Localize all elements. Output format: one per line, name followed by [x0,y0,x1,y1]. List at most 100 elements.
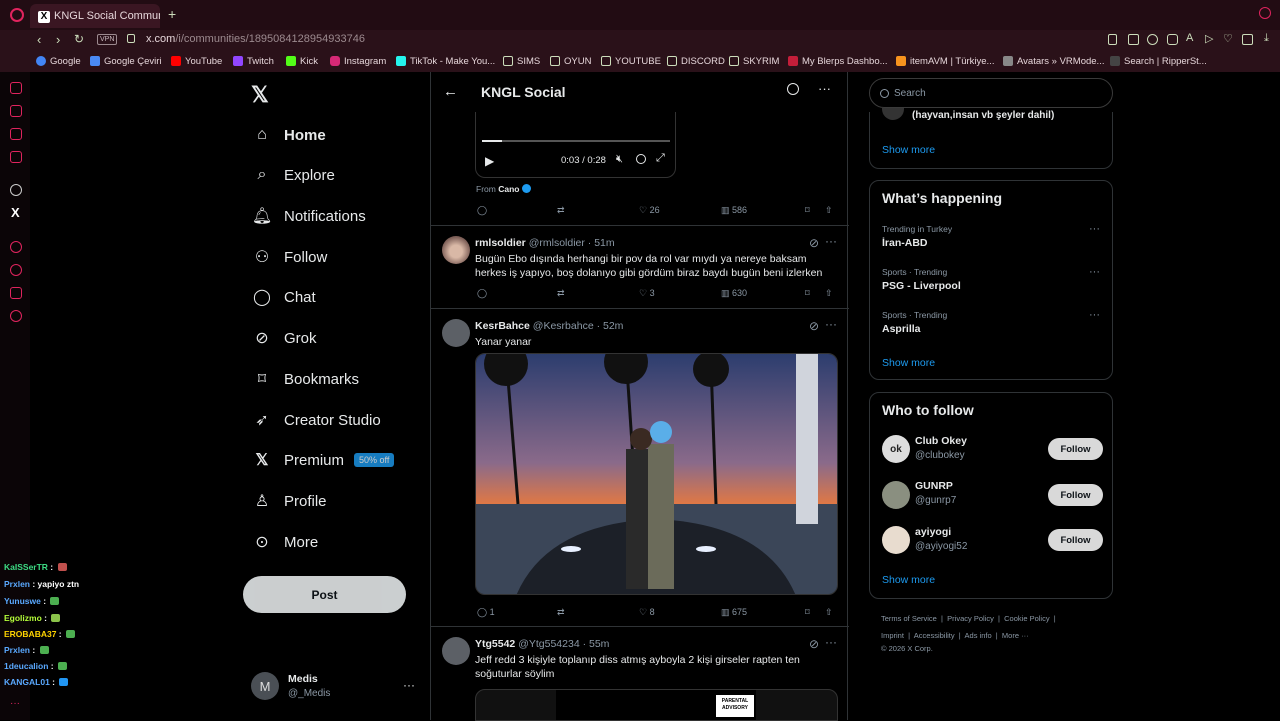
reply-button[interactable]: ◯ 1 [477,607,495,618]
more-horizontal-icon[interactable]: ··· [1089,266,1100,278]
bookmark[interactable]: Search | RipperSt... [1110,56,1207,67]
progress-track[interactable] [482,140,670,142]
x-sidebar-icon[interactable]: X [11,205,20,220]
more-horizontal-icon[interactable]: ··· [825,317,837,331]
search-input[interactable]: Search [869,78,1113,108]
follow-button[interactable]: Follow [1048,529,1103,551]
nav-notifications[interactable]: 🔔︎ Notifications [252,201,366,231]
avatar[interactable] [442,319,470,347]
nav-grok[interactable]: ⊘ Grok [252,323,316,353]
workspaces-icon[interactable] [10,105,22,117]
more-sidebar-icon[interactable]: ··· [10,698,20,709]
search-icon[interactable] [787,83,799,95]
share-icon[interactable]: ⇧ [825,205,833,216]
url-field[interactable]: x.com/i/communities/1895084128954933746 [146,33,365,45]
avatar[interactable] [442,637,470,665]
views-button[interactable]: ▥ 630 [721,288,747,299]
footer-link[interactable]: More ··· [1002,631,1029,640]
account-switcher[interactable]: M Medis @_Medis ··· [251,672,426,704]
bookmark-folder[interactable]: SKYRIM [729,56,779,67]
avatar[interactable] [442,236,470,264]
more-horizontal-icon[interactable]: ··· [1089,309,1100,321]
opera-logo-icon[interactable] [10,8,24,22]
nav-profile[interactable]: ♙ Profile [252,486,327,516]
tweet-media[interactable]: PARENTAL ADVISORY [475,689,838,721]
reply-icon[interactable]: ◯ [477,205,487,216]
extension-icon[interactable] [1147,34,1158,45]
bookmark-icon[interactable]: ⌑ [805,205,810,216]
bookmark[interactable]: Instagram [330,56,386,67]
grok-icon[interactable]: ⊘ [809,637,819,651]
nav-more[interactable]: ⊙ More [252,527,318,557]
tweet-author[interactable]: KesrBahce @Kesrbahce · 52m [475,320,623,332]
tweet[interactable]: Ytg5542 @Ytg554234 · 55m ⊘ ··· Jeff redd… [431,626,849,721]
follow-button[interactable]: Follow [1048,484,1103,506]
bookmark[interactable]: My Blerps Dashbo... [788,56,888,67]
chatgpt-icon[interactable] [10,184,22,196]
share-icon[interactable]: ⇧ [825,288,833,299]
tweet-author[interactable]: Ytg5542 @Ytg554234 · 55m [475,638,609,650]
back-arrow-icon[interactable]: ← [443,83,458,100]
show-more-link[interactable]: Show more [882,144,935,156]
mail-icon[interactable] [10,151,22,163]
retweet-icon[interactable]: ⇄ [557,288,565,299]
bookmark-folder[interactable]: DISCORD [667,56,725,67]
back-icon[interactable]: ‹ [37,32,41,47]
footer-link[interactable]: Terms of Service [881,614,937,623]
play-icon[interactable]: ▷ [1205,32,1213,45]
bookmark-icon[interactable]: ⌑ [805,607,810,618]
bookmark[interactable]: Kick [286,56,318,67]
bookmark-folder[interactable]: YOUTUBE [601,56,661,67]
footer-link[interactable]: Ads info [965,631,992,640]
nav-follow[interactable]: ⚇ Follow [252,242,328,272]
share-icon[interactable]: ⇧ [825,607,833,618]
heart-icon[interactable]: ♡ [1223,32,1233,45]
like-button[interactable]: ♡ 26 [639,205,660,216]
reply-icon[interactable]: ◯ [477,288,487,299]
nav-bookmarks[interactable]: ⌑ Bookmarks [252,364,359,394]
show-more-link[interactable]: Show more [882,574,935,586]
reload-icon[interactable]: ↻ [74,32,84,46]
extensions-sidebar-icon[interactable] [10,287,22,299]
tweet-image[interactable] [475,353,838,595]
x-logo-icon[interactable]: 𝕏 [251,82,269,108]
retweet-icon[interactable]: ⇄ [557,205,565,216]
views-button[interactable]: ▥ 586 [721,205,747,216]
nav-creator-studio[interactable]: ➶ Creator Studio [252,405,380,435]
retweet-icon[interactable]: ⇄ [557,607,565,618]
nav-premium[interactable]: 𝕏 Premium 50% off [252,445,395,475]
follow-button[interactable]: Follow [1048,438,1103,460]
new-tab-icon[interactable]: + [168,6,176,22]
clock-icon[interactable] [10,264,22,276]
download-icon[interactable]: ⤓ [1264,32,1269,45]
avatar[interactable] [882,526,910,554]
footer-link[interactable]: Imprint [881,631,904,640]
more-horizontal-icon[interactable]: ··· [403,678,415,692]
source-attribution[interactable]: From Cano [476,184,531,194]
footer-link[interactable]: Accessibility [914,631,955,640]
nav-explore[interactable]: ⌕ Explore [252,160,335,190]
settings-icon[interactable] [10,310,22,322]
avatar[interactable] [882,481,910,509]
fullscreen-icon[interactable]: ⤢ [656,152,665,165]
bookmark[interactable]: Google Çeviri [90,56,162,67]
vpn-badge[interactable]: VPN [97,34,118,45]
search-tabs-icon[interactable] [1259,7,1271,19]
snapshot-icon[interactable] [1128,34,1139,45]
more-horizontal-icon[interactable]: ··· [825,635,837,649]
show-more-link[interactable]: Show more [882,357,935,369]
grok-icon[interactable]: ⊘ [809,236,819,250]
vpn-shield-icon[interactable] [1167,34,1178,45]
like-button[interactable]: ♡ 3 [639,288,655,299]
bookmark-folder[interactable]: OYUN [550,56,591,67]
tweet[interactable]: KesrBahce @Kesrbahce · 52m ⊘ ··· Yanar y… [431,308,849,626]
translate-icon[interactable]: A [1186,32,1193,44]
settings-icon[interactable] [636,154,646,164]
wallet-icon[interactable] [10,128,22,140]
bookmark[interactable]: TikTok - Make You... [396,56,495,67]
mute-icon[interactable]: 🔇︎ [616,153,623,166]
more-horizontal-icon[interactable]: ··· [818,81,831,96]
play-icon[interactable]: ▶ [485,154,494,168]
views-button[interactable]: ▥ 675 [721,607,747,618]
extensions-icon[interactable] [1242,34,1253,45]
